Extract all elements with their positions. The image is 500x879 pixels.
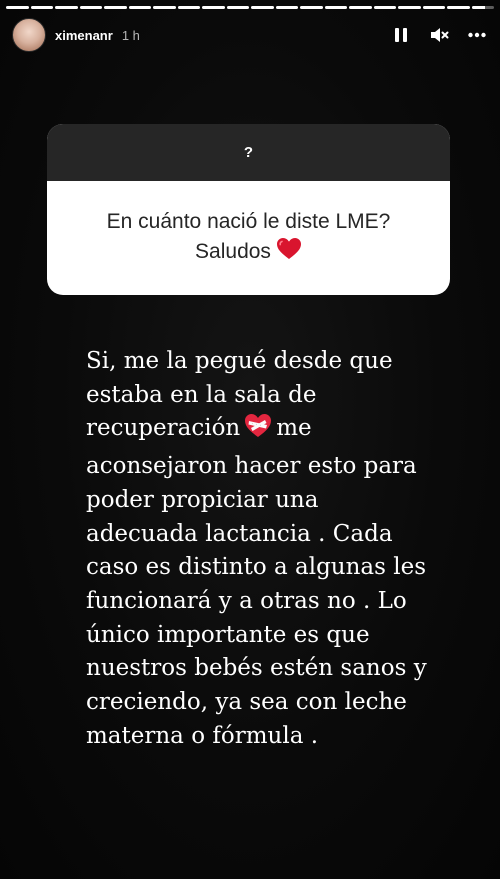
progress-segment-fill [422, 6, 445, 9]
progress-segment-fill [177, 6, 200, 9]
speaker-muted-icon[interactable] [428, 24, 450, 46]
progress-segment [226, 6, 249, 9]
answer-line-part: me [276, 415, 312, 442]
avatar[interactable] [12, 18, 46, 52]
pause-icon[interactable] [390, 24, 412, 46]
progress-segment [30, 6, 53, 9]
answer-line: materna o fórmula . [86, 722, 319, 749]
progress-segment [349, 6, 372, 9]
answer-line: nuestros bebés estén sanos y [86, 655, 427, 682]
progress-segment-fill [251, 6, 274, 9]
mending-heart-icon [244, 413, 272, 450]
username[interactable]: ximenanr [55, 28, 113, 43]
progress-segment-fill [202, 6, 225, 9]
progress-segment [153, 6, 176, 9]
story-progress-bar [6, 6, 494, 9]
answer-line: funcionará y a otras no . Lo [86, 587, 407, 614]
progress-segment [104, 6, 127, 9]
red-heart-icon [276, 237, 302, 270]
progress-segment [128, 6, 151, 9]
progress-segment-fill [324, 6, 347, 9]
question-sticker-header: ? [47, 124, 450, 181]
progress-segment [275, 6, 298, 9]
progress-segment-fill [79, 6, 102, 9]
more-options-icon[interactable] [466, 24, 488, 46]
progress-segment-fill [373, 6, 396, 9]
answer-line: aconsejaron hacer esto para [86, 453, 417, 480]
answer-line: único importante es que [86, 621, 370, 648]
question-text-line-1: En cuánto nació le diste LME? [106, 209, 391, 233]
progress-segment-fill [104, 6, 127, 9]
answer-line: estaba en la sala de [86, 381, 317, 408]
progress-segment [422, 6, 445, 9]
answer-line: Si, me la pegué desde que [86, 348, 393, 374]
answer-line: recuperación me [86, 412, 466, 450]
answer-line-part: recuperación [86, 415, 241, 442]
progress-segment-fill [398, 6, 421, 9]
progress-segment-fill [300, 6, 323, 9]
answer-line: caso es distinto a algunas les [86, 554, 427, 581]
progress-segment-fill [153, 6, 176, 9]
progress-segment-fill [55, 6, 78, 9]
progress-segment [79, 6, 102, 9]
progress-segment-fill [30, 6, 53, 9]
progress-segment [324, 6, 347, 9]
progress-segment [300, 6, 323, 9]
answer-text: Si, me la pegué desde que estaba en la s… [86, 345, 466, 753]
progress-segment-fill [447, 6, 470, 9]
progress-segment [447, 6, 470, 9]
progress-segment-fill [128, 6, 151, 9]
question-text-greeting: Saludos [195, 239, 271, 263]
progress-segment-fill [275, 6, 298, 9]
question-sticker[interactable]: ? En cuánto nació le diste LME? Saludos [47, 124, 450, 295]
progress-segment [471, 6, 494, 9]
question-sticker-body: En cuánto nació le diste LME? Saludos [47, 181, 450, 295]
progress-segment-fill [226, 6, 249, 9]
story-header: ximenanr 1 h [12, 18, 488, 52]
post-time: 1 h [121, 27, 140, 43]
progress-segment [373, 6, 396, 9]
progress-segment [398, 6, 421, 9]
story-controls [390, 24, 488, 46]
progress-segment [251, 6, 274, 9]
progress-segment-fill [349, 6, 372, 9]
progress-segment [177, 6, 200, 9]
progress-segment-fill [471, 6, 485, 9]
question-text-line-2: Saludos [195, 237, 302, 270]
progress-segment [55, 6, 78, 9]
answer-line: adecuada lactancia . Cada [86, 520, 393, 547]
progress-segment-fill [6, 6, 29, 9]
answer-line: poder propiciar una [86, 486, 319, 513]
answer-line: creciendo, ya sea con leche [86, 689, 407, 716]
progress-segment [202, 6, 225, 9]
progress-segment [6, 6, 29, 9]
